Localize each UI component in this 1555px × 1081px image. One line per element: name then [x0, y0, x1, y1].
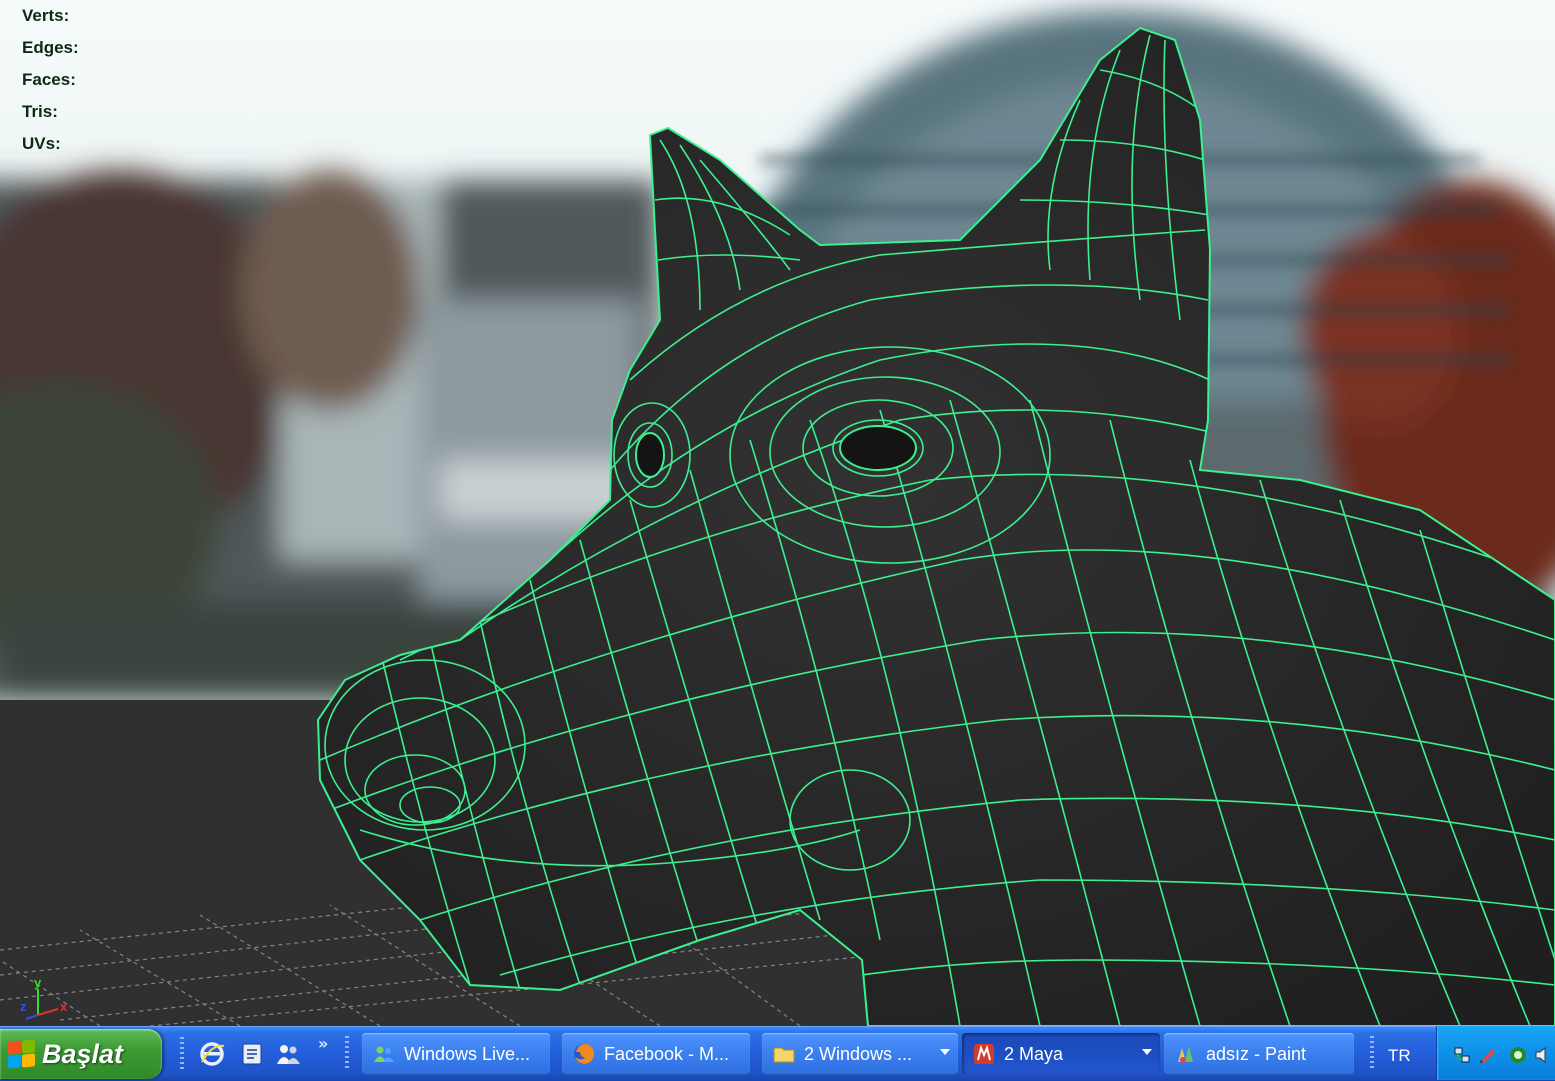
task-label: 2 Windows ...: [804, 1043, 913, 1064]
tris-label: Tris:: [22, 102, 58, 121]
view-axis-icon: y x z: [20, 975, 68, 1020]
axis-y-label: y: [34, 975, 42, 990]
task-label: Facebook - M...: [604, 1043, 730, 1064]
task-maya-group[interactable]: 2 Maya: [962, 1033, 1160, 1075]
task-label: Windows Live...: [404, 1043, 531, 1064]
viewport-scene: [0, 0, 1555, 1026]
speaker-icon[interactable]: [1533, 1045, 1551, 1065]
start-label: Başlat: [42, 1038, 124, 1069]
quicklaunch-grip[interactable]: [180, 1037, 184, 1071]
chevron-down-icon: [1142, 1049, 1152, 1055]
edges-label: Edges:: [22, 38, 79, 57]
windows-logo-icon: [6, 1039, 36, 1069]
faces-label: Faces:: [22, 70, 76, 89]
paint-icon: [1174, 1042, 1198, 1066]
task-windows-explorer-group[interactable]: 2 Windows ...: [762, 1033, 958, 1075]
uvs-label: UVs:: [22, 134, 61, 153]
task-windows-live[interactable]: Windows Live...: [362, 1033, 550, 1075]
axis-x-label: x: [60, 999, 68, 1014]
pen-tool-icon[interactable]: [1478, 1045, 1498, 1065]
show-desktop-icon[interactable]: [238, 1040, 266, 1068]
quicklaunch-more-button[interactable]: »: [318, 1034, 328, 1053]
maya-icon: [972, 1042, 996, 1066]
poly-count-hud: Verts: Edges: Faces: Tris: UVs:: [22, 0, 79, 160]
chevron-down-icon: [940, 1049, 950, 1055]
start-button[interactable]: Başlat: [0, 1029, 162, 1079]
messenger-icon: [372, 1042, 396, 1066]
task-facebook[interactable]: Facebook - M...: [562, 1033, 750, 1075]
status-ring-icon[interactable]: [1508, 1045, 1528, 1065]
maya-viewport[interactable]: Verts: Edges: Faces: Tris: UVs: y x z: [0, 0, 1555, 1026]
folder-icon: [772, 1042, 796, 1066]
network-icon[interactable]: [1452, 1045, 1472, 1065]
tray-grip[interactable]: [1370, 1036, 1374, 1070]
messenger-quicklaunch-icon[interactable]: [274, 1040, 302, 1068]
firefox-icon: [572, 1042, 596, 1066]
ie-icon[interactable]: [198, 1040, 226, 1068]
task-label: 2 Maya: [1004, 1043, 1064, 1064]
language-indicator[interactable]: TR: [1388, 1046, 1411, 1066]
task-paint[interactable]: adsız - Paint: [1164, 1033, 1354, 1075]
taskbar-grip[interactable]: [345, 1036, 349, 1070]
verts-label: Verts:: [22, 6, 70, 25]
task-label: adsız - Paint: [1206, 1043, 1307, 1064]
axis-z-label: z: [20, 999, 27, 1014]
